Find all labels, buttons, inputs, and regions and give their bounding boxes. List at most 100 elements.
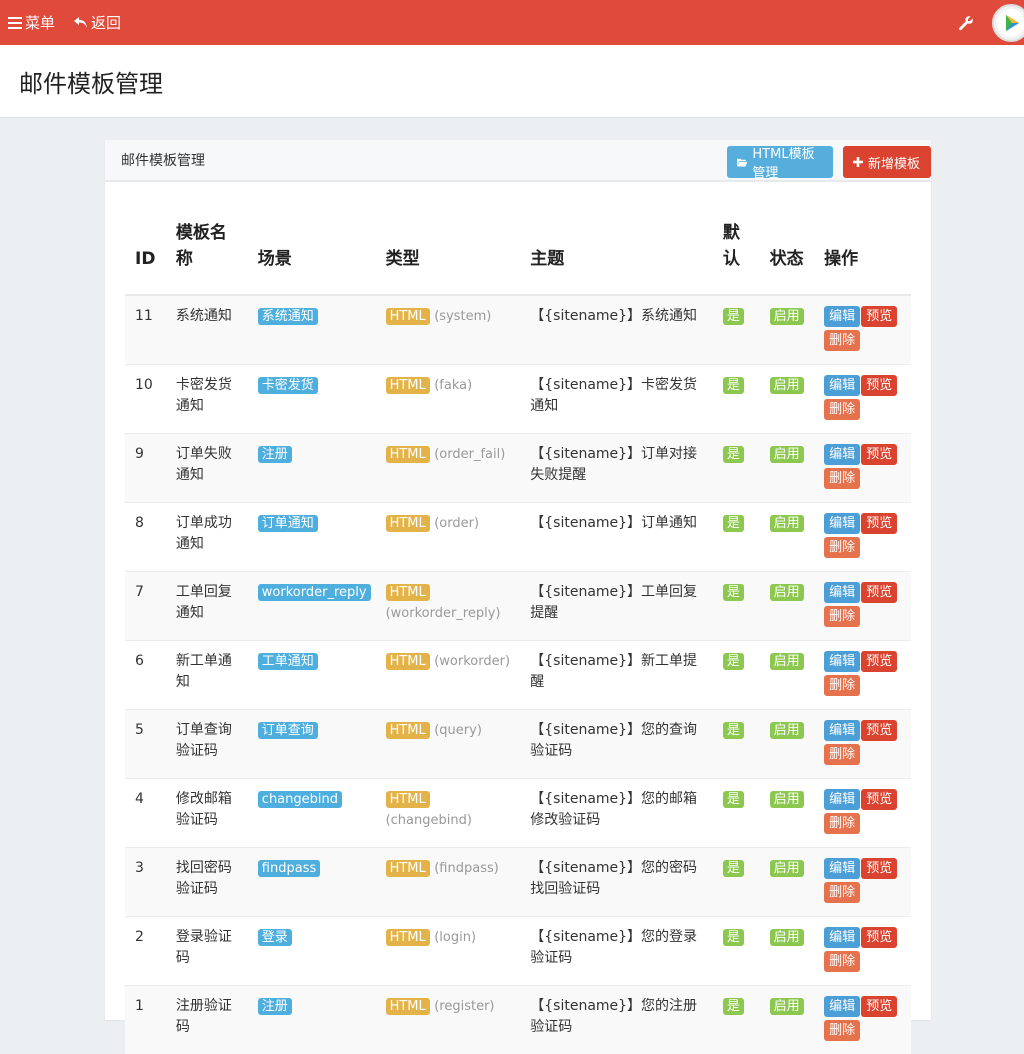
- cell-actions: 编辑预览删除: [814, 641, 911, 710]
- cell-scene: workorder_reply: [248, 572, 376, 641]
- cell-default: 是: [713, 572, 760, 641]
- cell-id: 4: [125, 779, 166, 848]
- type-label: HTML: [386, 929, 430, 946]
- cell-name: 注册验证码: [166, 986, 248, 1054]
- menu-label: 菜单: [25, 12, 55, 33]
- cell-type: HTML (query): [376, 710, 521, 779]
- default-badge: 是: [723, 446, 744, 463]
- edit-button[interactable]: 编辑: [824, 858, 860, 879]
- delete-button[interactable]: 删除: [824, 399, 860, 420]
- navbar-right: [958, 0, 1024, 45]
- header-scene: 场景: [248, 220, 376, 295]
- table-row: 6新工单通知工单通知HTML (workorder)【{sitename}】新工…: [125, 641, 911, 710]
- preview-button[interactable]: 预览: [861, 306, 897, 327]
- type-label: HTML: [386, 722, 430, 739]
- edit-button[interactable]: 编辑: [824, 996, 860, 1017]
- preview-button[interactable]: 预览: [861, 927, 897, 948]
- edit-button[interactable]: 编辑: [824, 513, 860, 534]
- status-badge: 启用: [770, 929, 804, 946]
- edit-button[interactable]: 编辑: [824, 651, 860, 672]
- delete-button[interactable]: 删除: [824, 537, 860, 558]
- preview-button[interactable]: 预览: [861, 582, 897, 603]
- edit-button[interactable]: 编辑: [824, 306, 860, 327]
- cell-subject: 【{sitename}】卡密发货通知: [520, 365, 713, 434]
- cell-actions: 编辑预览删除: [814, 295, 911, 365]
- delete-button[interactable]: 删除: [824, 468, 860, 489]
- cell-id: 7: [125, 572, 166, 641]
- edit-button[interactable]: 编辑: [824, 444, 860, 465]
- default-badge: 是: [723, 653, 744, 670]
- cell-actions: 编辑预览删除: [814, 986, 911, 1054]
- preview-button[interactable]: 预览: [861, 444, 897, 465]
- edit-button[interactable]: 编辑: [824, 582, 860, 603]
- template-name: 新工单通知: [176, 653, 232, 690]
- table-row: 5订单查询验证码订单查询HTML (query)【{sitename}】您的查询…: [125, 710, 911, 779]
- preview-button[interactable]: 预览: [861, 375, 897, 396]
- back-button[interactable]: 返回: [73, 12, 121, 33]
- type-code: (changebind): [386, 813, 472, 828]
- template-id: 2: [135, 929, 144, 945]
- template-id: 8: [135, 515, 144, 531]
- template-id: 11: [135, 308, 153, 324]
- cell-scene: 系统通知: [248, 295, 376, 365]
- table-header-row: ID 模板名称 场景 类型 主题 默认 状态 操作: [125, 220, 911, 295]
- wrench-icon[interactable]: [958, 15, 974, 31]
- add-template-label: 新增模板: [868, 153, 920, 172]
- cell-actions: 编辑预览删除: [814, 503, 911, 572]
- preview-button[interactable]: 预览: [861, 789, 897, 810]
- cell-type: HTML (findpass): [376, 848, 521, 917]
- type-code: (workorder_reply): [386, 606, 501, 621]
- html-template-manage-button[interactable]: HTML模板管理: [727, 146, 833, 178]
- delete-button[interactable]: 删除: [824, 675, 860, 696]
- status-badge: 启用: [770, 998, 804, 1015]
- type-code: (register): [434, 999, 494, 1014]
- preview-button[interactable]: 预览: [861, 651, 897, 672]
- type-label: HTML: [386, 446, 430, 463]
- panel-title: 邮件模板管理: [121, 150, 205, 170]
- cell-status: 启用: [760, 986, 815, 1054]
- cell-default: 是: [713, 710, 760, 779]
- type-code: (workorder): [434, 654, 510, 669]
- scene-label: 卡密发货: [258, 377, 318, 394]
- delete-button[interactable]: 删除: [824, 1020, 860, 1041]
- edit-button[interactable]: 编辑: [824, 927, 860, 948]
- template-panel: 邮件模板管理 HTML模板管理 新增模板 ID 模板名称 场景 类型 主题 默认…: [105, 140, 931, 1020]
- delete-button[interactable]: 删除: [824, 951, 860, 972]
- delete-button[interactable]: 删除: [824, 606, 860, 627]
- delete-button[interactable]: 删除: [824, 330, 860, 351]
- table-row: 2登录验证码登录HTML (login)【{sitename}】您的登录验证码是…: [125, 917, 911, 986]
- delete-button[interactable]: 删除: [824, 813, 860, 834]
- cell-default: 是: [713, 365, 760, 434]
- template-subject: 【{sitename}】您的查询验证码: [530, 722, 697, 759]
- delete-button[interactable]: 删除: [824, 744, 860, 765]
- header-default: 默认: [713, 220, 760, 295]
- template-name: 系统通知: [176, 308, 232, 324]
- type-label: HTML: [386, 515, 430, 532]
- delete-button[interactable]: 删除: [824, 882, 860, 903]
- type-label: HTML: [386, 584, 430, 601]
- scene-label: 注册: [258, 998, 292, 1015]
- plus-icon: [853, 157, 863, 167]
- edit-button[interactable]: 编辑: [824, 720, 860, 741]
- table-row: 4修改邮箱验证码changebindHTML (changebind)【{sit…: [125, 779, 911, 848]
- menu-button[interactable]: 菜单: [8, 12, 55, 33]
- cell-name: 系统通知: [166, 295, 248, 365]
- panel-actions: HTML模板管理 新增模板: [727, 146, 931, 178]
- edit-button[interactable]: 编辑: [824, 375, 860, 396]
- preview-button[interactable]: 预览: [861, 996, 897, 1017]
- template-subject: 【{sitename}】卡密发货通知: [530, 377, 697, 414]
- template-id: 7: [135, 584, 144, 600]
- cell-status: 启用: [760, 572, 815, 641]
- add-template-button[interactable]: 新增模板: [843, 146, 931, 178]
- scene-label: findpass: [258, 860, 320, 877]
- preview-button[interactable]: 预览: [861, 858, 897, 879]
- cell-subject: 【{sitename}】订单通知: [520, 503, 713, 572]
- default-badge: 是: [723, 860, 744, 877]
- edit-button[interactable]: 编辑: [824, 789, 860, 810]
- template-subject: 【{sitename}】系统通知: [530, 308, 697, 324]
- preview-button[interactable]: 预览: [861, 720, 897, 741]
- navbar-left: 菜单 返回: [8, 12, 121, 33]
- cell-actions: 编辑预览删除: [814, 710, 911, 779]
- preview-button[interactable]: 预览: [861, 513, 897, 534]
- template-name: 修改邮箱验证码: [176, 791, 232, 828]
